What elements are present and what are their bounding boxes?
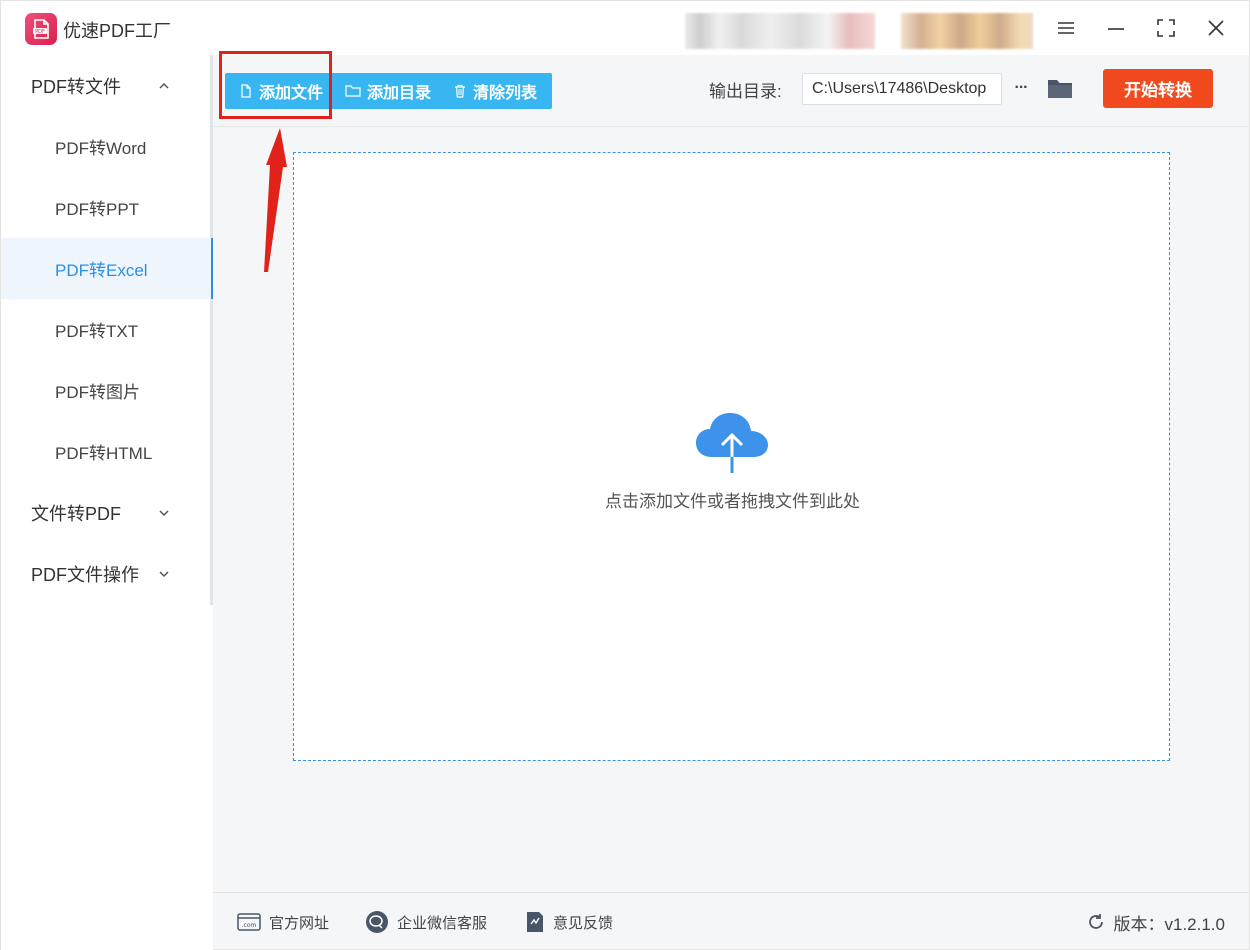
sidebar-item-pdf-to-html[interactable]: PDF转HTML: [1, 421, 211, 482]
file-drop-zone[interactable]: 点击添加文件或者拖拽文件到此处: [293, 152, 1170, 761]
svg-text:.com: .com: [242, 922, 257, 929]
sidebar-item-label: PDF转Word: [55, 139, 147, 158]
nav-group-pdf-operations[interactable]: PDF文件操作: [1, 543, 211, 604]
add-folder-button[interactable]: 添加目录: [337, 73, 445, 109]
title-bar: PDF 优速PDF工厂: [0, 0, 1250, 55]
nav-group-pdf-to-file[interactable]: PDF转文件: [1, 55, 211, 116]
chat-icon: [366, 911, 388, 933]
feedback-icon: [527, 912, 543, 932]
chevron-down-icon: [159, 510, 169, 517]
refresh-icon[interactable]: [1086, 912, 1106, 932]
open-folder-button[interactable]: [1046, 75, 1074, 101]
feedback-link[interactable]: 意见反馈: [525, 910, 613, 934]
clear-list-button[interactable]: 清除列表: [445, 73, 551, 109]
website-label: 官方网址: [269, 914, 330, 932]
sidebar: PDF转文件 PDF转Word PDF转PPT PDF转Excel PDF转TX…: [0, 55, 214, 950]
version-info: 版本：v1.2.1.0: [1086, 910, 1226, 934]
trash-icon: [455, 84, 465, 98]
chevron-down-icon: [159, 571, 169, 578]
sidebar-item-pdf-to-txt[interactable]: PDF转TXT: [1, 299, 211, 360]
output-path-input[interactable]: C:\Users\17486\Desktop: [802, 73, 1002, 105]
start-convert-button[interactable]: 开始转换: [1103, 69, 1213, 108]
output-dir-label: 输出目录:: [709, 82, 782, 101]
blurred-account-area: [685, 13, 875, 49]
more-label: ···: [1014, 79, 1029, 96]
nav-group-label: PDF转文件: [31, 76, 121, 97]
feedback-label: 意见反馈: [553, 914, 614, 932]
add-folder-label: 添加目录: [367, 85, 432, 102]
sidebar-item-label: PDF转图片: [55, 383, 140, 402]
sidebar-item-label: PDF转Excel: [55, 261, 148, 280]
nav-group-file-to-pdf[interactable]: 文件转PDF: [1, 482, 211, 543]
cloud-upload-icon: [696, 413, 768, 473]
wechat-support-link[interactable]: 企业微信客服: [365, 910, 487, 934]
sidebar-item-label: PDF转PPT: [55, 200, 140, 219]
menu-icon[interactable]: [1051, 13, 1081, 43]
minimize-icon[interactable]: [1101, 13, 1131, 43]
sidebar-item-label: PDF转HTML: [55, 444, 153, 463]
file-icon: [241, 84, 251, 98]
main-panel: 添加文件 添加目录 清除列表 输出目录: C:\Users\17486\Desk…: [213, 51, 1250, 892]
folder-outline-icon: [345, 85, 361, 97]
add-file-label: 添加文件: [259, 85, 324, 102]
chevron-up-icon: [159, 82, 169, 89]
nav-group-label: PDF文件操作: [31, 564, 139, 585]
svg-text:PDF: PDF: [35, 29, 45, 35]
website-icon: .com: [237, 913, 261, 931]
folder-icon: [1048, 80, 1072, 98]
clear-list-label: 清除列表: [473, 85, 538, 102]
footer: .com 官方网址 企业微信客服 意见反馈 版本：v1.2.1.0: [213, 892, 1250, 950]
toolbar: 添加文件 添加目录 清除列表 输出目录: C:\Users\17486\Desk…: [213, 51, 1249, 127]
sidebar-item-pdf-to-ppt[interactable]: PDF转PPT: [1, 177, 211, 238]
sidebar-item-pdf-to-word[interactable]: PDF转Word: [1, 116, 211, 177]
sidebar-item-pdf-to-image[interactable]: PDF转图片: [1, 360, 211, 421]
version-label: 版本：v1.2.1.0: [1113, 914, 1226, 934]
sidebar-item-pdf-to-excel[interactable]: PDF转Excel: [1, 238, 214, 299]
sidebar-item-label: PDF转TXT: [55, 322, 139, 341]
file-button-group: 添加文件 添加目录 清除列表: [225, 73, 552, 109]
blurred-user-avatar[interactable]: [901, 13, 1033, 49]
drop-hint-text: 点击添加文件或者拖拽文件到此处: [605, 492, 860, 511]
app-logo-icon: PDF: [25, 13, 57, 45]
wechat-label: 企业微信客服: [397, 914, 488, 932]
add-file-button[interactable]: 添加文件: [225, 73, 337, 109]
app-title: 优速PDF工厂: [63, 21, 171, 41]
maximize-icon[interactable]: [1151, 13, 1181, 43]
website-link[interactable]: .com 官方网址: [237, 910, 329, 934]
close-icon[interactable]: [1201, 13, 1231, 43]
nav-group-label: 文件转PDF: [31, 503, 121, 524]
more-options-button[interactable]: ···: [1009, 75, 1033, 101]
